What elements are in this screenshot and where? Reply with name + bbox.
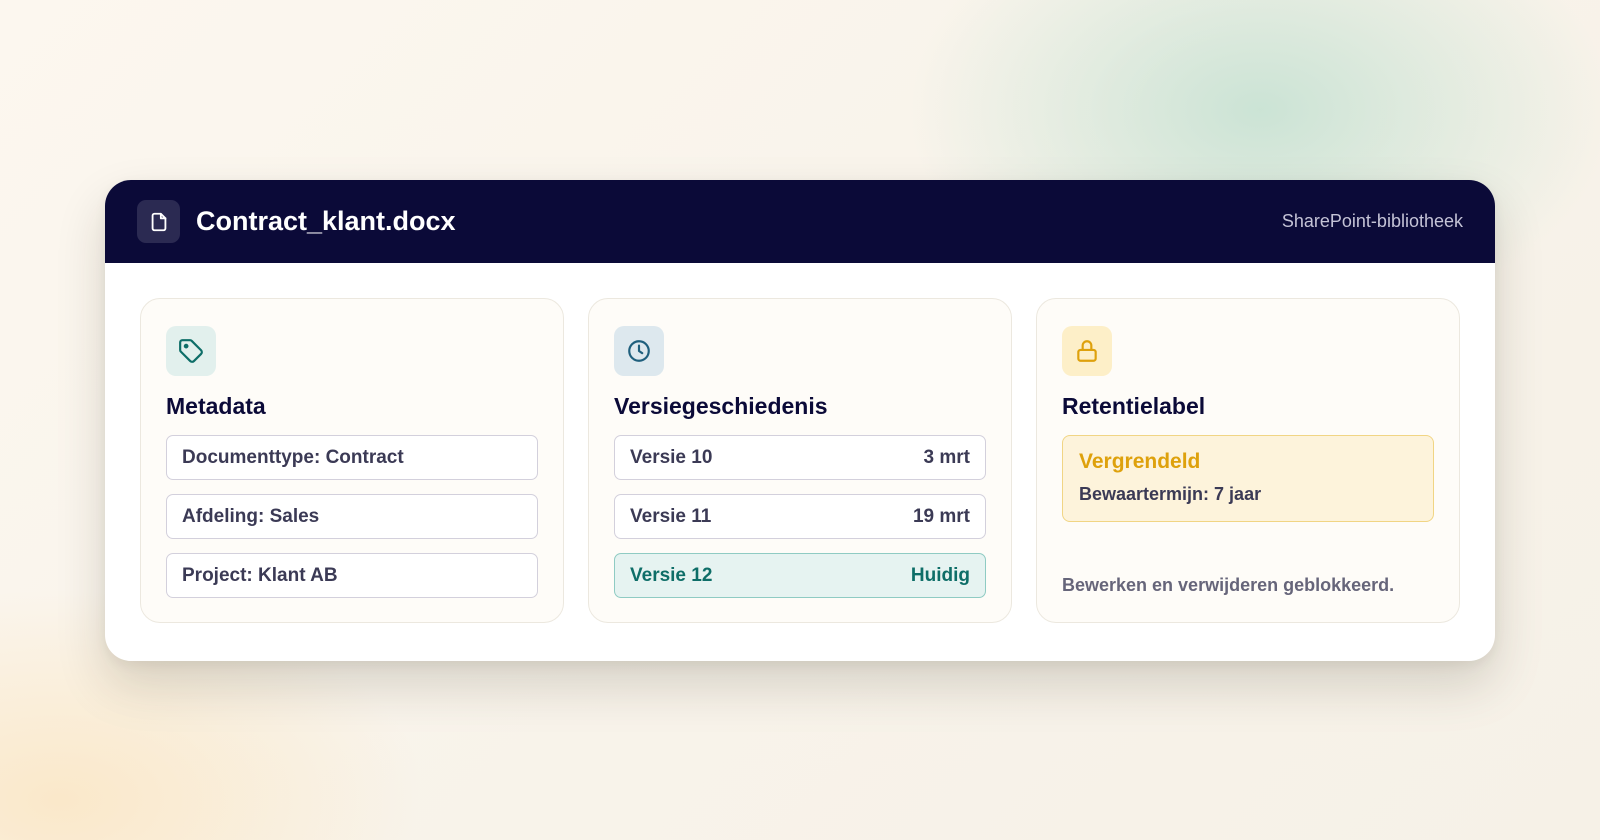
document-icon <box>137 200 180 243</box>
metadata-item-label: Documenttype: Contract <box>182 446 404 468</box>
clock-icon <box>614 326 664 376</box>
card-header: Contract_klant.docx SharePoint-bibliothe… <box>105 180 1495 263</box>
metadata-item-afdeling[interactable]: Afdeling: Sales <box>166 494 538 539</box>
version-history-panel: Versiegeschiedenis Versie 10 3 mrt Versi… <box>588 298 1012 623</box>
metadata-panel: Metadata Documenttype: Contract Afdeling… <box>140 298 564 623</box>
metadata-list: Documenttype: Contract Afdeling: Sales P… <box>166 435 538 598</box>
version-label: Versie 11 <box>630 505 712 527</box>
version-list: Versie 10 3 mrt Versie 11 19 mrt Versie … <box>614 435 986 598</box>
metadata-item-project[interactable]: Project: Klant AB <box>166 553 538 598</box>
version-label: Versie 12 <box>630 564 713 586</box>
version-history-title: Versiegeschiedenis <box>614 393 828 419</box>
version-row-12-current[interactable]: Versie 12 Huidig <box>614 553 986 598</box>
blocked-note: Bewerken en verwijderen geblokkeerd. <box>1062 575 1395 595</box>
metadata-item-documenttype[interactable]: Documenttype: Contract <box>166 435 538 480</box>
version-row-10[interactable]: Versie 10 3 mrt <box>614 435 986 480</box>
tag-icon <box>166 326 216 376</box>
retention-status-box: Vergrendeld Bewaartermijn: 7 jaar <box>1062 435 1434 522</box>
metadata-item-label: Project: Klant AB <box>182 564 338 586</box>
version-date: 3 mrt <box>923 446 970 468</box>
library-name[interactable]: SharePoint-bibliotheek <box>1282 211 1463 232</box>
document-card: Contract_klant.docx SharePoint-bibliothe… <box>105 180 1495 661</box>
metadata-item-label: Afdeling: Sales <box>182 505 320 527</box>
current-version-badge: Huidig <box>910 564 970 586</box>
version-date: 19 mrt <box>912 505 970 527</box>
version-row-11[interactable]: Versie 11 19 mrt <box>614 494 986 539</box>
retention-period: Bewaartermijn: 7 jaar <box>1079 484 1262 504</box>
version-label: Versie 10 <box>630 446 713 468</box>
retention-panel: Retentielabel Vergrendeld Bewaartermijn:… <box>1036 298 1460 623</box>
metadata-title: Metadata <box>166 393 266 419</box>
retention-title: Retentielabel <box>1062 393 1206 419</box>
file-title: Contract_klant.docx <box>196 206 456 236</box>
panels: Metadata Documenttype: Contract Afdeling… <box>105 263 1495 623</box>
retention-status: Vergrendeld <box>1079 450 1201 473</box>
lock-icon <box>1062 326 1112 376</box>
